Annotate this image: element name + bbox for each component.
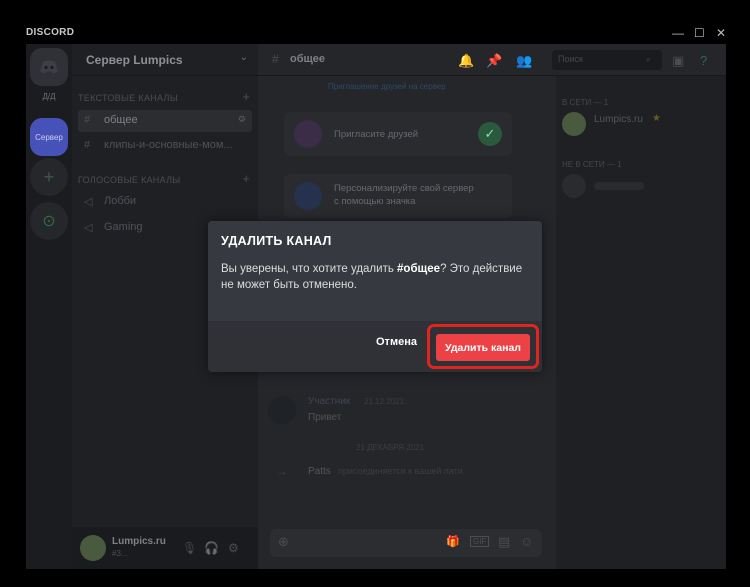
gear-icon[interactable]: ⚙ [228, 541, 239, 555]
server-rail: Д/Д Сервер + ⊙ [26, 44, 72, 569]
delete-channel-button[interactable]: Удалить канал [436, 334, 530, 361]
dialog-footer: Отмена Удалить канал [208, 321, 542, 372]
member-placeholder [594, 182, 644, 190]
channel-general[interactable]: # общее ⚙ [78, 110, 252, 132]
message-time: 21.12.2021 [364, 397, 405, 406]
card-text-2: с помощью значка [334, 196, 416, 207]
online-header: В СЕТИ — 1 [562, 98, 609, 107]
home-label: Д/Д [42, 92, 56, 101]
channel-name: #общее [397, 263, 441, 275]
emoji-icon[interactable]: ☺ [520, 534, 533, 549]
app-logo: DISCORD [26, 27, 75, 38]
channel-label: общее [104, 114, 138, 126]
hash-icon: # [84, 139, 91, 151]
explore-icon[interactable]: ⊙ [30, 202, 68, 240]
chevron-down-icon: ⌄ [239, 52, 248, 63]
channel-label: клипы-и-основные-мом... [104, 139, 233, 151]
search-placeholder: Поиск [558, 54, 583, 64]
server-header[interactable]: Сервер Lumpics ⌄ [72, 44, 258, 76]
minimize-icon[interactable]: — [672, 26, 684, 40]
check-icon: ✓ [478, 122, 502, 146]
crown-icon: ★ [652, 113, 661, 124]
search-input[interactable]: Поиск ⌕ [552, 50, 662, 70]
user-tag: #3... [112, 549, 128, 558]
server-lumpics[interactable]: Сервер [30, 118, 68, 156]
channel-label: Лобби [104, 195, 137, 207]
delete-channel-dialog: УДАЛИТЬ КАНАЛ Вы уверены, что хотите уда… [208, 221, 542, 372]
join-user[interactable]: Patts [308, 466, 331, 477]
member-name[interactable]: Lumpics.ru [594, 114, 643, 125]
member-list: В СЕТИ — 1 Lumpics.ru ★ НЕ В СЕТИ — 1 [556, 76, 726, 569]
avatar[interactable] [562, 174, 586, 198]
dialog-body: УДАЛИТЬ КАНАЛ Вы уверены, что хотите уда… [208, 221, 542, 321]
avatar[interactable] [562, 112, 586, 136]
add-server-icon[interactable]: + [30, 158, 68, 196]
join-arrow-icon: → [276, 464, 288, 478]
channel-title: общее [290, 53, 326, 65]
home-button[interactable] [30, 48, 68, 86]
message-author[interactable]: Участник [308, 396, 350, 407]
offline-header: НЕ В СЕТИ — 1 [562, 160, 622, 169]
speaker-icon: ◁ [84, 222, 93, 234]
bell-icon[interactable]: 🔔 [458, 53, 474, 69]
text-category[interactable]: ТЕКСТОВЫЕ КАНАЛЫ [78, 93, 178, 103]
gif-icon[interactable]: GIF [470, 536, 490, 547]
discord-icon [40, 60, 58, 74]
server-name: Сервер Lumpics [86, 53, 183, 67]
dialog-message: Вы уверены, что хотите удалить #общее? Э… [221, 263, 523, 291]
microphone-icon[interactable]: 🎙 [182, 541, 197, 555]
add-attachment-icon[interactable]: ⊕ [278, 534, 289, 550]
hash-icon: # [272, 52, 279, 66]
date-divider: 21 ДЕКАБРЯ 2021 [356, 443, 425, 452]
sticker-icon[interactable]: ▤ [498, 534, 510, 550]
cancel-button[interactable]: Отмена [376, 336, 417, 348]
add-voice-channel-icon[interactable]: + [242, 171, 250, 186]
members-icon[interactable]: 👥 [516, 53, 532, 69]
close-icon[interactable]: ✕ [716, 26, 726, 40]
title-bar [0, 0, 750, 24]
add-text-channel-icon[interactable]: + [242, 89, 250, 104]
hash-icon: # [84, 114, 91, 126]
inbox-icon[interactable]: ▣ [672, 53, 684, 69]
highlight-frame: Удалить канал [427, 324, 539, 369]
gift-icon[interactable]: 🎁 [446, 535, 460, 548]
message-input[interactable]: ⊕ 🎁 GIF ▤ ☺ [270, 529, 542, 557]
avatar[interactable] [268, 396, 296, 424]
user-panel: Lumpics.ru #3... 🎙 🎧 ⚙ [72, 527, 258, 569]
pin-icon[interactable]: 📌 [486, 53, 502, 69]
invite-link[interactable]: Приглашение друзей на сервер [328, 82, 446, 91]
invite-icon [294, 120, 322, 148]
message-text: Привет [308, 412, 342, 423]
card-text: Пригласите друзей [334, 129, 419, 140]
card-text: Персонализируйте свой сервер [334, 183, 474, 194]
personalize-card[interactable]: Персонализируйте свой сервер с помощью з… [284, 174, 512, 218]
chat-header: # общее 🔔 📌 👥 Поиск ⌕ ▣ ? [258, 44, 726, 76]
headphones-icon[interactable]: 🎧 [204, 541, 219, 555]
channel-clips[interactable]: # клипы-и-основные-мом... [78, 135, 252, 157]
invite-card[interactable]: Пригласите друзей ✓ [284, 112, 512, 156]
search-icon: ⌕ [646, 54, 652, 64]
help-icon[interactable]: ? [700, 53, 707, 68]
join-text: присоединяется к вашей пати. [338, 466, 466, 476]
voice-channel-lobby[interactable]: ◁ Лобби [78, 191, 252, 213]
avatar[interactable] [80, 535, 106, 561]
dialog-title: УДАЛИТЬ КАНАЛ [221, 234, 332, 248]
voice-category[interactable]: ГОЛОСОВЫЕ КАНАЛЫ [78, 175, 181, 185]
user-name: Lumpics.ru [112, 536, 166, 547]
brush-icon [294, 182, 322, 210]
settings-icon[interactable]: ⚙ [238, 114, 246, 125]
speaker-icon: ◁ [84, 196, 93, 208]
maximize-icon[interactable]: ☐ [694, 26, 705, 40]
